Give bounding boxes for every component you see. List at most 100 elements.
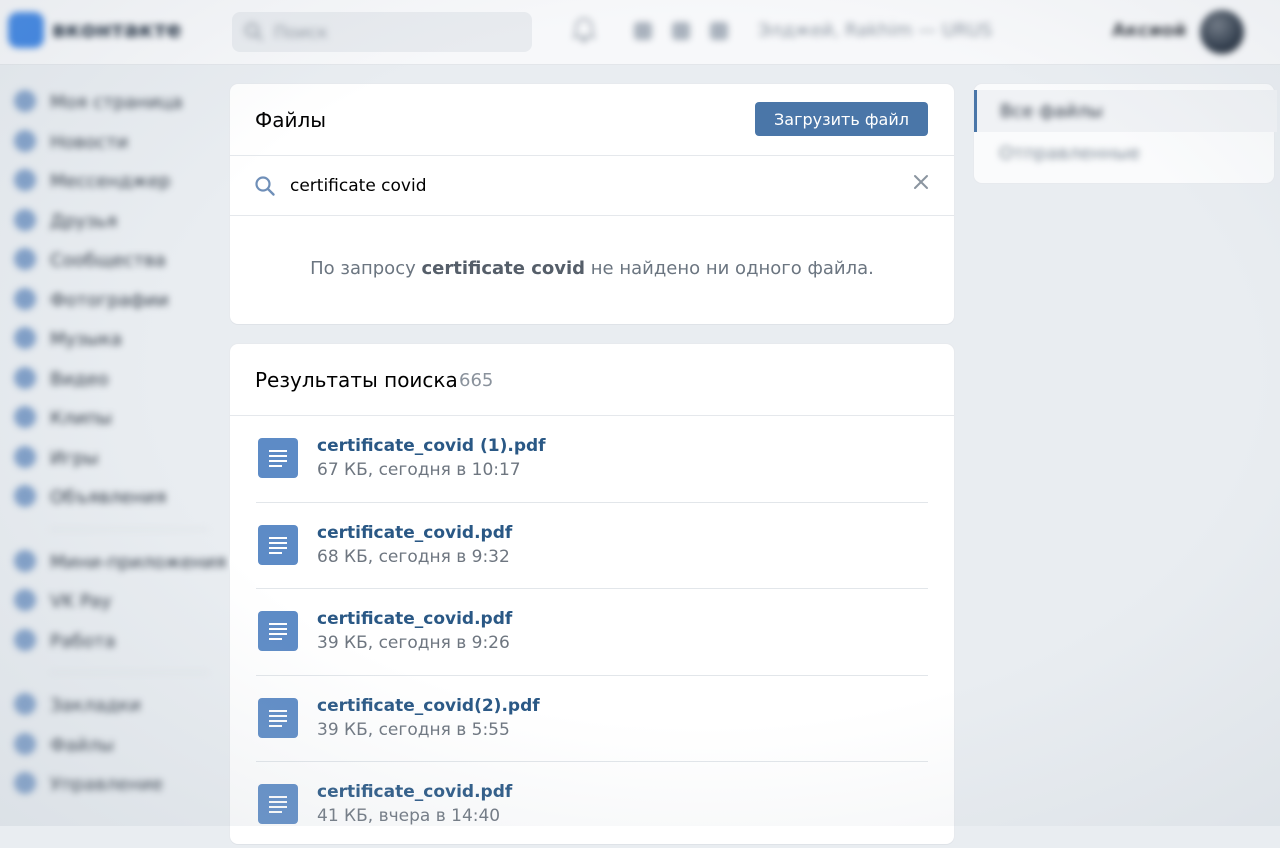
file-name-link[interactable]: certificate_covid.pdf — [317, 523, 512, 543]
clips-icon — [14, 406, 36, 428]
page-title: Файлы — [255, 108, 327, 132]
empty-prefix: По запросу — [310, 258, 422, 279]
sidebar-item-bookmarks[interactable]: Закладки — [0, 685, 220, 725]
top-bar: вконтакте Поиск Элджей, Rakhim — URUS Ак… — [0, 0, 1280, 65]
filter-label: Отправленные — [999, 143, 1140, 164]
sidebar-divider — [50, 672, 208, 673]
user-icon — [14, 90, 36, 112]
sidebar: Моя страница Новости Мессенджер Друзья С… — [0, 82, 226, 804]
top-search[interactable]: Поиск — [232, 12, 532, 52]
sidebar-item-friends[interactable]: Друзья — [0, 201, 220, 241]
sidebar-item-label: Файлы — [50, 734, 114, 756]
file-name-link[interactable]: certificate_covid (1).pdf — [317, 436, 546, 456]
avatar[interactable] — [1200, 10, 1244, 54]
sidebar-item-vkpay[interactable]: VK Pay — [0, 581, 220, 621]
now-playing[interactable]: Элджей, Rakhim — URUS — [758, 20, 992, 41]
pay-icon — [14, 589, 36, 611]
sidebar-item-label: Закладки — [50, 695, 141, 716]
sidebar-item-manage[interactable]: Управление — [0, 764, 220, 804]
apps-icon — [14, 549, 36, 572]
results-count: 665 — [459, 370, 494, 391]
username[interactable]: Аксиой — [1112, 20, 1186, 41]
vk-logo-icon[interactable] — [8, 12, 44, 48]
news-icon — [14, 129, 36, 152]
sidebar-item-clips[interactable]: Клипы — [0, 398, 220, 438]
sidebar-item-video[interactable]: Видео — [0, 359, 220, 399]
results-card: Результаты поиска 665 certificate_covid … — [230, 344, 954, 844]
work-icon — [14, 628, 36, 651]
sidebar-item-photos[interactable]: Фотографии — [0, 280, 220, 320]
manage-icon — [14, 772, 36, 794]
sidebar-item-label: Работа — [50, 630, 116, 652]
top-search-placeholder: Поиск — [274, 23, 328, 43]
empty-query: certificate covid — [421, 258, 586, 279]
search-icon — [245, 23, 263, 41]
document-icon[interactable] — [258, 524, 298, 565]
close-icon[interactable] — [912, 173, 930, 191]
file-list: certificate_covid (1).pdf 67 КБ, сегодня… — [256, 416, 928, 848]
list-item[interactable]: certificate_covid (1).pdf 67 КБ, сегодня… — [256, 416, 928, 503]
sidebar-item-mini-apps[interactable]: Мини-приложения — [0, 542, 226, 582]
music-icon — [14, 327, 36, 349]
upload-file-button[interactable]: Загрузить файл — [755, 102, 928, 136]
play-icon[interactable] — [672, 22, 690, 40]
sidebar-item-label: Сообщества — [50, 250, 166, 271]
sidebar-item-news[interactable]: Новости — [0, 122, 220, 162]
sidebar-item-music[interactable]: Музыка — [0, 319, 220, 359]
list-item[interactable]: certificate_covid(2).pdf 39 КБ, сегодня … — [256, 676, 928, 763]
logo-text[interactable]: вконтакте — [52, 18, 181, 43]
sidebar-item-label: Новости — [50, 131, 129, 153]
file-meta: 39 КБ, сегодня в 5:55 — [317, 719, 510, 740]
file-meta: 68 КБ, сегодня в 9:32 — [317, 546, 510, 567]
sidebar-item-my-page[interactable]: Моя страница — [0, 82, 220, 122]
sidebar-item-label: Друзья — [50, 210, 118, 232]
results-header: Результаты поиска 665 — [230, 344, 954, 416]
sidebar-item-communities[interactable]: Сообщества — [0, 240, 220, 280]
sidebar-item-messenger[interactable]: Мессенджер — [0, 161, 220, 201]
document-icon[interactable] — [258, 438, 298, 478]
files-filter-menu: Все файлы Отправленные — [974, 84, 1277, 183]
filter-label: Все файлы — [1000, 101, 1103, 122]
sidebar-item-work[interactable]: Работа — [0, 621, 220, 661]
list-item[interactable]: certificate_covid.pdf 39 КБ, сегодня в 9… — [256, 589, 928, 676]
message-icon — [14, 169, 36, 191]
file-name-link[interactable]: certificate_covid(2).pdf — [317, 696, 540, 716]
file-name-link[interactable]: certificate_covid.pdf — [317, 609, 512, 629]
prev-track-icon[interactable] — [634, 22, 652, 40]
sidebar-item-label: Мини-приложения — [50, 551, 227, 573]
list-item[interactable]: certificate_covid.pdf 68 КБ, сегодня в 9… — [256, 503, 928, 590]
bell-icon[interactable] — [570, 16, 598, 44]
photo-icon — [14, 287, 36, 310]
file-meta: 39 КБ, сегодня в 9:26 — [317, 633, 510, 654]
sidebar-item-label: Мессенджер — [50, 171, 171, 192]
files-card: Файлы Загрузить файл По запросу certific… — [230, 84, 954, 324]
sidebar-item-games[interactable]: Игры — [0, 438, 220, 478]
player-controls — [634, 22, 728, 40]
sidebar-divider — [50, 528, 208, 530]
document-icon[interactable] — [258, 697, 298, 738]
filter-all-files[interactable]: Все файлы — [974, 90, 1277, 132]
ads-icon — [14, 485, 36, 507]
sidebar-item-label: Видео — [50, 368, 109, 390]
sidebar-item-files[interactable]: Файлы — [0, 725, 220, 765]
list-item[interactable]: certificate_covid.pdf 41 КБ, вчера в 14:… — [256, 762, 928, 848]
file-name-link[interactable]: certificate_covid.pdf — [317, 782, 512, 802]
sidebar-item-label: Фотографии — [50, 289, 169, 311]
sidebar-item-label: VK Pay — [50, 591, 112, 612]
document-icon[interactable] — [258, 611, 298, 652]
files-search-input[interactable] — [290, 172, 890, 200]
sidebar-item-label: Моя страница — [50, 92, 183, 113]
empty-suffix: не найдено ни одного файла. — [585, 258, 874, 279]
video-icon — [14, 366, 36, 389]
sidebar-item-ads[interactable]: Объявления — [0, 477, 220, 517]
filter-sent[interactable]: Отправленные — [974, 134, 1274, 176]
sidebar-item-label: Управление — [50, 774, 163, 795]
sidebar-item-label: Игры — [50, 447, 99, 469]
file-icon — [14, 732, 36, 755]
results-title: Результаты поиска — [255, 368, 458, 392]
file-meta: 67 КБ, сегодня в 10:17 — [317, 460, 521, 480]
next-track-icon[interactable] — [710, 22, 728, 40]
search-icon — [255, 176, 275, 196]
file-meta: 41 КБ, вчера в 14:40 — [317, 806, 501, 827]
document-icon[interactable] — [258, 784, 298, 825]
